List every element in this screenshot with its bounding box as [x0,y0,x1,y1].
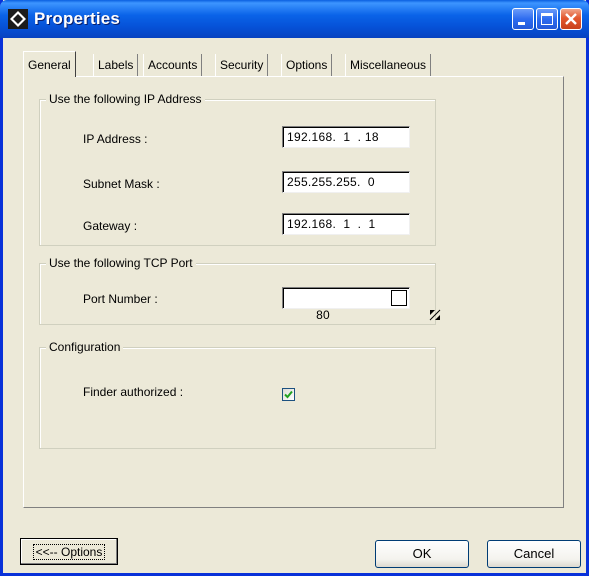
configuration-group: Configuration Finder authorized : [39,340,436,449]
configuration-group-title: Configuration [46,340,124,354]
port-number-label: Port Number : [83,292,158,306]
subnet-mask-label: Subnet Mask : [83,177,160,191]
gateway-field[interactable]: 192.168. 1 . 1 [282,213,410,235]
tab-general[interactable]: General [23,51,76,77]
ip-address-group-title: Use the following IP Address [46,92,205,106]
subnet-mask-field[interactable]: 255.255.255. 0 [282,171,410,193]
ip-address-label: IP Address : [83,132,148,146]
finder-authorized-checkbox[interactable] [282,388,295,401]
maximize-button[interactable] [536,8,558,30]
general-tab-panel: Use the following IP Address IP Address … [23,76,564,508]
spinner-arrows-icon [429,309,441,321]
options-toggle-button[interactable]: <<-- Options [20,538,118,565]
port-spinner-button[interactable] [391,290,441,321]
tab-options[interactable]: Options [281,54,333,76]
diamond-app-icon [8,9,28,29]
tab-accounts[interactable]: Accounts [143,54,203,76]
ip-address-group: Use the following IP Address IP Address … [39,92,436,246]
close-button[interactable] [560,8,582,30]
properties-dialog: Properties General Labels Accounts Secur… [0,0,589,576]
window-title: Properties [34,9,121,28]
port-number-value: 80 [316,308,331,322]
port-number-field[interactable]: 80 [282,287,441,322]
tcp-port-group: Use the following TCP Port Port Number :… [39,256,441,325]
maximize-icon [541,13,553,25]
checkmark-icon [284,390,293,399]
gateway-label: Gateway : [83,219,138,233]
cancel-button[interactable]: Cancel [487,540,581,568]
options-toggle-label: <<-- Options [32,544,106,560]
ip-address-field[interactable]: 192.168. 1 . 18 [282,126,410,148]
title-bar[interactable]: Properties [0,0,589,38]
minimize-button[interactable] [512,8,534,30]
finder-authorized-label: Finder authorized : [83,385,184,399]
tcp-port-group-title: Use the following TCP Port [46,256,196,270]
tab-security[interactable]: Security [215,54,269,76]
close-icon [565,13,577,25]
tab-labels[interactable]: Labels [93,54,139,76]
tab-miscellaneous[interactable]: Miscellaneous [345,54,432,76]
ok-button[interactable]: OK [375,540,469,568]
minimize-icon [518,22,525,25]
